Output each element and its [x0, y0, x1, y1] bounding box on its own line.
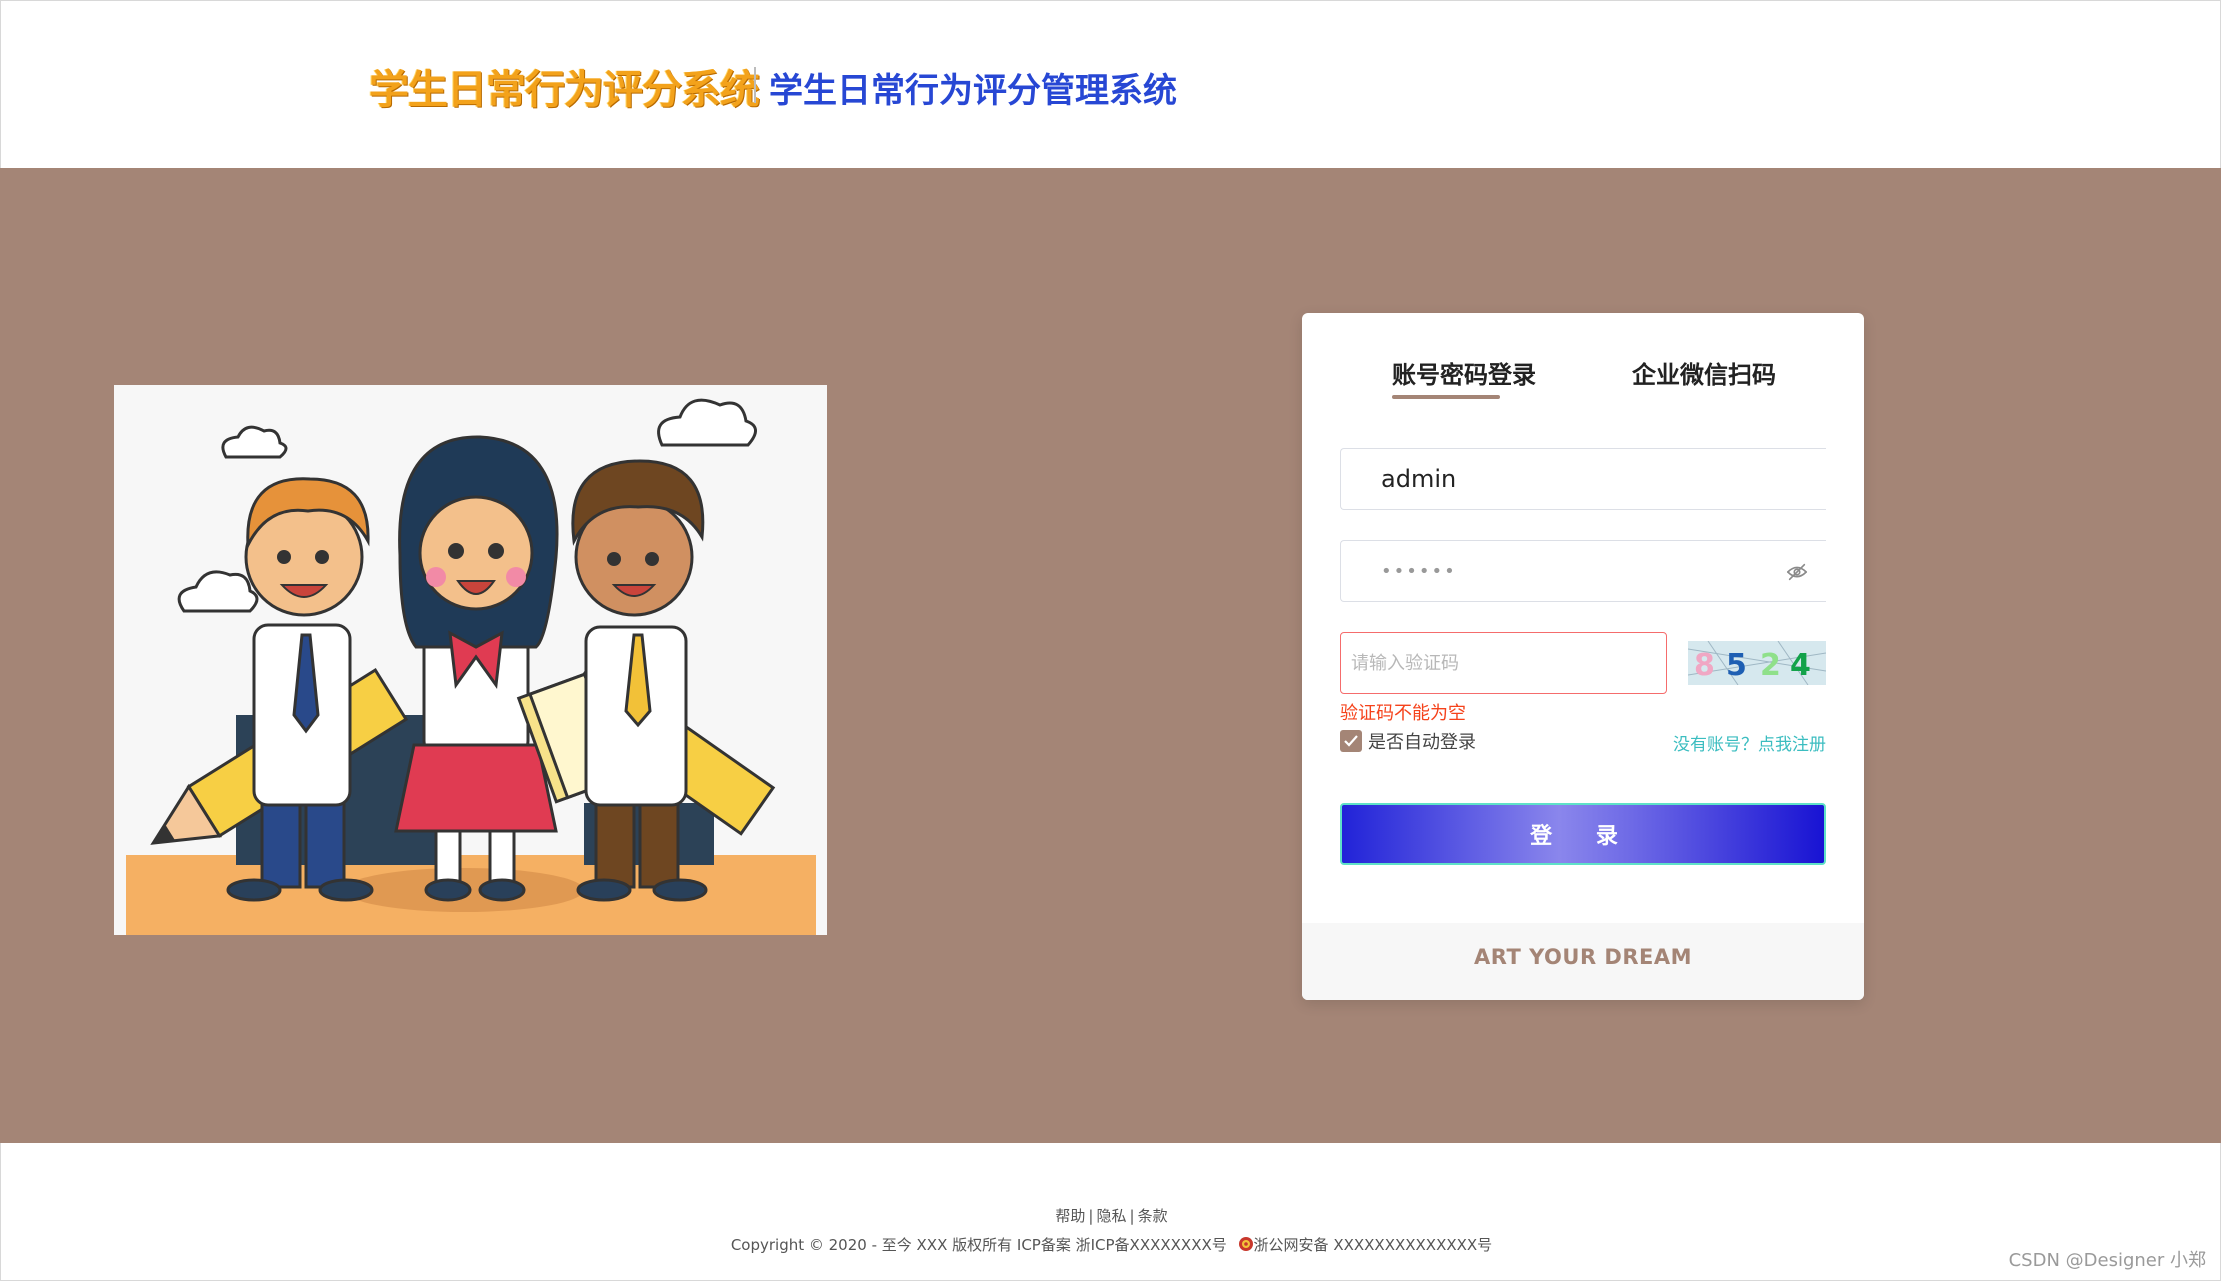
username-field[interactable] [1340, 448, 1826, 510]
active-tab-indicator [1392, 395, 1500, 399]
captcha-char-1: 8 [1694, 648, 1715, 683]
login-card: 账号密码登录 企业微信扫码 admin •••••• 请输入验证码 8 5 2 … [1302, 313, 1864, 1000]
username-input[interactable] [1341, 449, 1826, 509]
captcha-char-2: 5 [1726, 648, 1747, 683]
watermark: CSDN @Designer 小郑 [2008, 1250, 2206, 1271]
password-input[interactable] [1341, 541, 1826, 601]
footer-link-privacy[interactable]: 隐私 [1096, 1207, 1126, 1225]
footer-links: 帮助 | 隐私 | 条款 [1, 1205, 2221, 1226]
captcha-error-message: 验证码不能为空 [1340, 703, 1466, 724]
captcha-char-4: 4 [1790, 648, 1811, 683]
copyright-text: Copyright © 2020 - 至今 XXX 版权所有 ICP备案 浙IC… [730, 1236, 1227, 1254]
logo: 学生日常行为评分系统 [369, 67, 760, 113]
captcha-image[interactable]: 8 5 2 4 [1688, 641, 1826, 685]
main-area: 账号密码登录 企业微信扫码 admin •••••• 请输入验证码 8 5 2 … [0, 168, 2221, 1143]
captcha-char-3: 2 [1760, 648, 1781, 683]
footer-separator: | [1088, 1207, 1094, 1225]
footer-link-help[interactable]: 帮助 [1055, 1207, 1085, 1225]
system-title: 学生日常行为评分管理系统 [769, 71, 1177, 111]
footer-separator: | [1129, 1207, 1135, 1225]
eye-hidden-icon[interactable] [1786, 561, 1808, 583]
police-badge-icon [1238, 1236, 1254, 1252]
card-slogan: ART YOUR DREAM [1473, 945, 1693, 969]
students-illustration [114, 385, 827, 935]
captcha-input[interactable] [1341, 633, 1666, 693]
login-button[interactable]: 登 录 [1340, 803, 1826, 865]
tab-wechat-scan[interactable]: 企业微信扫码 [1632, 355, 1776, 390]
auto-login-option[interactable]: 是否自动登录 [1340, 728, 1476, 754]
header-divider [754, 67, 756, 103]
auto-login-label: 是否自动登录 [1368, 732, 1476, 753]
checkmark-icon [1344, 735, 1358, 747]
footer-link-terms[interactable]: 条款 [1138, 1207, 1168, 1225]
copyright-line: Copyright © 2020 - 至今 XXX 版权所有 ICP备案 浙IC… [1, 1234, 2221, 1255]
page-footer: 帮助 | 隐私 | 条款 Copyright © 2020 - 至今 XXX 版权所有 … [0, 1143, 2221, 1281]
password-field[interactable] [1340, 540, 1826, 602]
card-footer: ART YOUR DREAM [1302, 923, 1864, 1000]
register-link[interactable]: 没有账号？点我注册 [1673, 730, 1826, 755]
tab-account-login[interactable]: 账号密码登录 [1392, 355, 1536, 390]
header: 学生日常行为评分系统 学生日常行为评分管理系统 [0, 0, 2221, 168]
auto-login-checkbox[interactable] [1340, 730, 1362, 752]
captcha-field[interactable] [1340, 632, 1667, 694]
police-record-text: 浙公网安备 XXXXXXXXXXXXXX号 [1253, 1236, 1493, 1254]
